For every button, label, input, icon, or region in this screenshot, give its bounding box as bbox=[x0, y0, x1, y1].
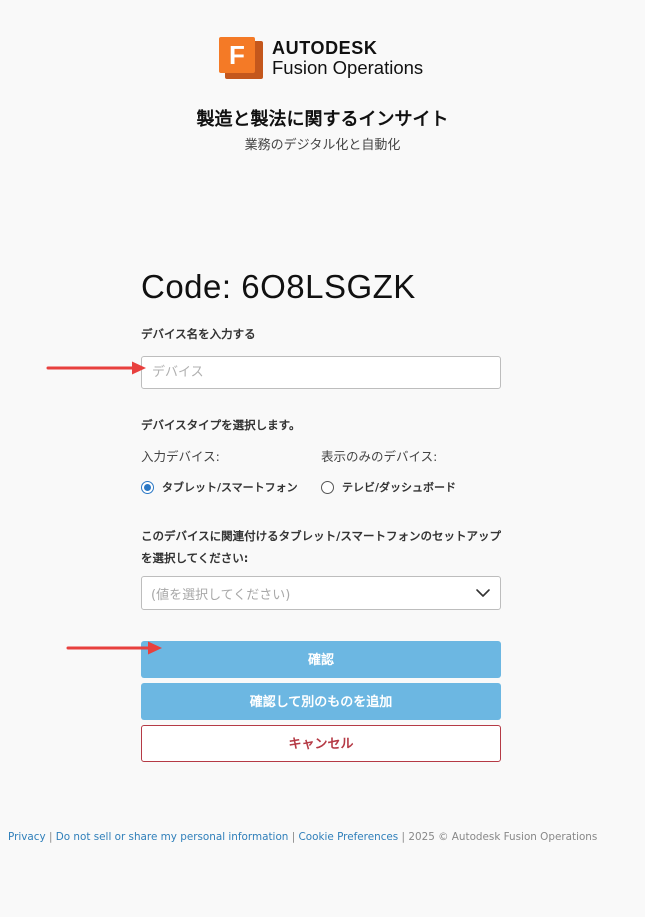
setup-select-placeholder: (値を選択してください) bbox=[151, 587, 291, 603]
setup-select-label: このデバイスに関連付けるタブレット/スマートフォンのセットアップを選択してくださ… bbox=[141, 529, 502, 565]
radio-tablet-label: タブレット/スマートフォン bbox=[162, 481, 298, 494]
footer-separator: | bbox=[291, 831, 296, 843]
input-device-title: 入力デバイス: bbox=[141, 449, 220, 464]
footer-copyright: 2025 © Autodesk Fusion Operations bbox=[408, 831, 598, 843]
device-code: Code: 6O8LSGZK bbox=[141, 268, 416, 305]
privacy-link[interactable]: Privacy bbox=[8, 831, 46, 843]
footer-separator: | bbox=[401, 831, 406, 843]
cancel-button[interactable]: キャンセル bbox=[141, 725, 501, 762]
input-device-group: 入力デバイス: タブレット/スマートフォン bbox=[141, 446, 321, 495]
display-device-title: 表示のみのデバイス: bbox=[321, 449, 438, 464]
do-not-sell-link[interactable]: Do not sell or share my personal informa… bbox=[56, 831, 289, 843]
device-name-label: デバイス名を入力する bbox=[141, 327, 256, 341]
logo-product-name: Fusion Operations bbox=[272, 56, 424, 78]
chevron-down-icon bbox=[476, 589, 490, 597]
confirm-and-add-button[interactable]: 確認して別のものを追加 bbox=[141, 683, 501, 720]
page-headline: 製造と製法に関するインサイト bbox=[196, 109, 449, 130]
logo-wordmark: AUTODESK Fusion Operations bbox=[272, 37, 424, 78]
annotation-arrow-device-name bbox=[46, 361, 146, 375]
page-subheadline: 業務のデジタル化と自動化 bbox=[244, 138, 401, 153]
logo-company-name: AUTODESK bbox=[272, 37, 378, 58]
page-footer: Privacy | Do not sell or share my person… bbox=[8, 831, 597, 843]
device-name-input[interactable] bbox=[141, 356, 501, 389]
device-type-options: 入力デバイス: タブレット/スマートフォン 表示のみのデバイス: テレビ/ダッシ… bbox=[141, 446, 501, 495]
device-type-label: デバイスタイプを選択します。 bbox=[141, 418, 301, 432]
radio-tv-dashboard[interactable]: テレビ/ダッシュボード bbox=[321, 479, 501, 495]
annotation-arrow-confirm bbox=[66, 641, 162, 655]
radio-unchecked-icon[interactable] bbox=[321, 480, 334, 494]
device-registration-form: Code: 6O8LSGZK デバイス名を入力する デバイスタイプを選択します。… bbox=[141, 268, 501, 762]
radio-checked-icon[interactable] bbox=[141, 480, 154, 494]
confirm-button[interactable]: 確認 bbox=[141, 641, 501, 678]
radio-tv-label: テレビ/ダッシュボード bbox=[342, 481, 457, 494]
display-device-group: 表示のみのデバイス: テレビ/ダッシュボード bbox=[321, 446, 501, 495]
autodesk-logo: F AUTODESK Fusion Operations bbox=[219, 37, 423, 79]
cookie-preferences-link[interactable]: Cookie Preferences bbox=[299, 831, 399, 843]
radio-tablet-smartphone[interactable]: タブレット/スマートフォン bbox=[141, 479, 321, 495]
setup-select[interactable]: (値を選択してください) bbox=[141, 576, 501, 610]
footer-separator: | bbox=[48, 831, 53, 843]
fusion-logo-icon: F bbox=[219, 37, 263, 79]
